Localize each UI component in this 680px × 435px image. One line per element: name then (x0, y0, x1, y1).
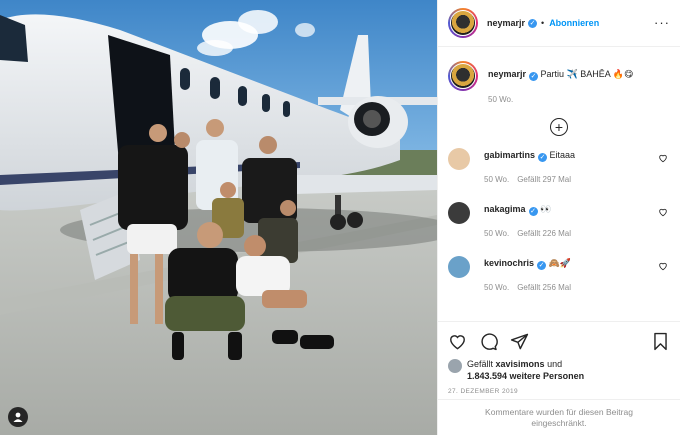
comment-time[interactable]: 50 Wo. (484, 175, 509, 184)
photo-illustration (0, 0, 437, 435)
caption-author-avatar[interactable] (448, 61, 478, 91)
caption-row: neymarjr ✓ Partiu ✈️ BAHÊA 🔥😋 50 Wo. (448, 61, 670, 104)
caption-text: Partiu ✈️ BAHÊA 🔥😋 (540, 69, 634, 79)
likes-summary: Gefällt xavisimons und 1.843.594 weitere… (448, 358, 670, 382)
share-paper-plane-icon[interactable] (510, 332, 529, 351)
verified-badge-icon: ✓ (538, 153, 548, 162)
bookmark-save-icon[interactable] (651, 332, 670, 351)
heart-outline-icon[interactable] (658, 207, 668, 217)
comment-item: gabimartins ✓ Eitaaa 50 Wo. Gefällt 297 Ma… (448, 148, 670, 184)
post-header: neymarjr ✓ • Abonnieren ··· (438, 0, 680, 47)
comments-restricted-notice: Kommentare wurden für diesen Beitrag ein… (438, 399, 680, 435)
comment-text: Eitaaa (549, 150, 576, 160)
heart-outline-icon[interactable] (658, 261, 668, 271)
tagged-users-button[interactable] (8, 407, 28, 427)
comment-time[interactable]: 50 Wo. (484, 229, 509, 238)
verified-badge-icon: ✓ (529, 72, 539, 81)
post-actions: Gefällt xavisimons und 1.843.594 weitere… (438, 321, 680, 399)
more-dots-icon[interactable]: ··· (654, 16, 670, 29)
comment-text: 🙈🚀 (548, 258, 571, 268)
commenter-username[interactable]: kevinochris (484, 258, 534, 268)
likes-connector: und (547, 359, 563, 369)
commenter-username[interactable]: gabimartins (484, 150, 535, 160)
plus-circle-icon[interactable]: + (550, 118, 568, 136)
likes-prefix: Gefällt (467, 359, 494, 369)
comment-likes[interactable]: Gefällt 256 Mal (517, 283, 571, 292)
comment-text: 👀 (540, 204, 552, 214)
post-date[interactable]: 27. Dezember 2019 (448, 388, 670, 395)
verified-badge-icon: ✓ (537, 261, 547, 270)
caption-username[interactable]: neymarjr (488, 69, 526, 79)
author-avatar[interactable] (448, 8, 478, 38)
like-heart-icon[interactable] (448, 332, 467, 351)
post-photo[interactable] (0, 0, 437, 435)
commenter-avatar[interactable] (448, 148, 470, 170)
load-more-comments[interactable]: + (448, 118, 670, 136)
comment-item: nakagima ✓ 👀 50 Wo. Gefällt 226 Mal (448, 202, 670, 238)
heart-outline-icon[interactable] (658, 153, 668, 163)
comment-bubble-icon[interactable] (479, 332, 498, 351)
comments-section[interactable]: neymarjr ✓ Partiu ✈️ BAHÊA 🔥😋 50 Wo. + ga… (438, 47, 680, 321)
verified-badge-icon: ✓ (528, 18, 538, 28)
dot-separator: • (541, 18, 545, 28)
commenter-username[interactable]: nakagima (484, 204, 526, 214)
comment-likes[interactable]: Gefällt 297 Mal (517, 175, 571, 184)
instagram-post-modal: neymarjr ✓ • Abonnieren ··· neymarjr ✓ Pa… (0, 0, 680, 435)
likes-count[interactable]: 1.843.594 weitere Personen (467, 371, 584, 381)
follow-button[interactable]: Abonnieren (549, 18, 599, 28)
liker-avatar[interactable] (448, 359, 462, 373)
commenter-avatar[interactable] (448, 256, 470, 278)
caption-time[interactable]: 50 Wo. (488, 95, 633, 104)
commenter-avatar[interactable] (448, 202, 470, 224)
liker-username[interactable]: xavisimons (496, 359, 545, 369)
post-side-panel: neymarjr ✓ • Abonnieren ··· neymarjr ✓ Pa… (437, 0, 680, 435)
person-icon (13, 412, 23, 422)
comment-time[interactable]: 50 Wo. (484, 283, 509, 292)
author-username[interactable]: neymarjr (487, 18, 525, 28)
verified-badge-icon: ✓ (528, 207, 538, 216)
comment-item: kevinochris ✓ 🙈🚀 50 Wo. Gefällt 256 Mal (448, 256, 670, 292)
comment-likes[interactable]: Gefällt 226 Mal (517, 229, 571, 238)
